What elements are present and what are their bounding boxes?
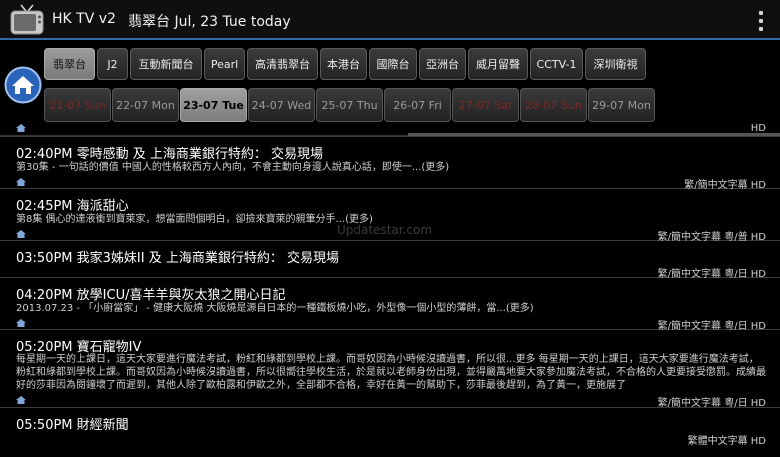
- channel-tab[interactable]: 亞洲台: [419, 48, 466, 80]
- channel-tab[interactable]: 本港台: [320, 48, 367, 80]
- program-row-5[interactable]: 05:50PM 財經新聞 繁體中文字幕 HD: [0, 408, 780, 448]
- channel-tab[interactable]: 翡翠台: [44, 48, 95, 80]
- program-title: 02:40PM 零時感動 及 上海商業銀行特約： 交易現場: [16, 147, 324, 162]
- program-row-2[interactable]: 03:50PM 我家3姊妹II 及 上海商業銀行特約： 交易現場 繁/簡中文字幕…: [0, 241, 780, 280]
- list-top-row: HD: [0, 118, 780, 137]
- program-title: 04:20PM 放學ICU/喜羊羊與灰太狼之開心日記: [16, 288, 286, 303]
- app-title: HK TV v2: [52, 11, 116, 27]
- program-description: 2013.07.23 - 「小廚當家」 - 健康大阪燒 大阪燒是源自日本的一種鐵…: [16, 303, 534, 314]
- date-tab[interactable]: 22-07 Mon: [112, 88, 179, 122]
- tv-icon[interactable]: [9, 4, 45, 36]
- date-tab[interactable]: 25-07 Thu: [316, 88, 383, 122]
- date-tab[interactable]: 29-07 Mon: [588, 88, 655, 122]
- program-list[interactable]: HD 02:40PM 零時感動 及 上海商業銀行特約： 交易現場 第30集 - …: [0, 118, 780, 448]
- program-title: 02:45PM 海派甜心: [16, 199, 129, 214]
- channel-tab[interactable]: 威月留聲: [468, 48, 528, 80]
- home-icon: [16, 178, 26, 186]
- channel-tab[interactable]: 互動新聞台: [130, 48, 202, 80]
- channel-tab[interactable]: J2: [97, 48, 128, 80]
- date-tab[interactable]: 27-07 Sat: [452, 88, 519, 122]
- home-icon: [16, 396, 26, 404]
- action-bar: HK TV v2 翡翠台 Jul, 23 Tue today: [0, 0, 780, 40]
- date-tab[interactable]: 23-07 Tue: [180, 88, 247, 122]
- program-title: 05:50PM 財經新聞: [16, 418, 129, 433]
- program-row-0[interactable]: 02:40PM 零時感動 及 上海商業銀行特約： 交易現場 第30集 - 一句話…: [0, 137, 780, 191]
- program-description: 每星期一天的上課日，這天大家要進行魔法考試，粉紅和綠都到學校上課。而哥奴因為小時…: [16, 354, 766, 391]
- home-icon: [16, 319, 26, 327]
- channel-tab[interactable]: CCTV-1: [530, 48, 583, 80]
- date-tab[interactable]: 24-07 Wed: [248, 88, 315, 122]
- home-icon[interactable]: [4, 66, 42, 104]
- overflow-menu-icon[interactable]: [756, 11, 766, 31]
- date-tab[interactable]: 21-07 Sun: [44, 88, 111, 122]
- program-title: 03:50PM 我家3姊妹II 及 上海商業銀行特約： 交易現場: [16, 251, 339, 266]
- watermark: Updatestar.com: [337, 223, 433, 237]
- home-icon: [16, 230, 26, 238]
- home-icon: [16, 124, 26, 132]
- date-tab[interactable]: 26-07 Fri: [384, 88, 451, 122]
- channel-tab[interactable]: 深圳衛視: [585, 48, 646, 80]
- date-tab[interactable]: 28-07 Sun: [520, 88, 587, 122]
- program-row-3[interactable]: 04:20PM 放學ICU/喜羊羊與灰太狼之開心日記 2013.07.23 - …: [0, 278, 780, 332]
- program-row-4[interactable]: 05:20PM 寶石寵物IV 每星期一天的上課日，這天大家要進行魔法考試，粉紅和…: [0, 330, 780, 409]
- program-meta: 繁/簡中文字幕 粵/日 HD: [657, 398, 766, 409]
- channel-tab[interactable]: Pearl: [204, 48, 245, 80]
- program-meta: 繁體中文字幕 HD: [687, 436, 766, 447]
- channel-date-subtitle: 翡翠台 Jul, 23 Tue today: [128, 14, 291, 30]
- channel-tab[interactable]: 國際台: [369, 48, 417, 80]
- channel-tab[interactable]: 高清翡翠台: [247, 48, 318, 80]
- program-description: 第30集 - 一句話的價值 中國人的性格較西方人內向，不會主動向身邊人說真心話，…: [16, 162, 450, 173]
- quality-label: HD: [750, 123, 766, 134]
